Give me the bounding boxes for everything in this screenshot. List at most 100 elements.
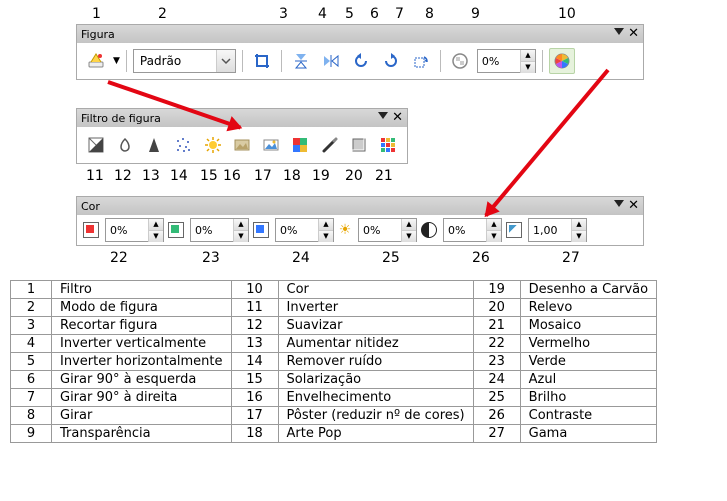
popart-button[interactable] xyxy=(288,132,313,158)
gamma-spin[interactable]: 1,00▲▼ xyxy=(528,218,587,242)
minimize-icon[interactable] xyxy=(378,112,388,119)
callout-17: 17 xyxy=(254,168,272,184)
relief-button[interactable] xyxy=(346,132,371,158)
callout-10: 10 xyxy=(558,6,576,22)
transparency-spin[interactable]: 0% ▲▼ xyxy=(477,49,536,73)
callout-16: 16 xyxy=(223,168,241,184)
poster-button[interactable] xyxy=(259,132,284,158)
color-button[interactable] xyxy=(549,48,575,74)
mosaic-button[interactable] xyxy=(376,132,401,158)
callout-2: 2 xyxy=(158,6,167,22)
legend-label: Azul xyxy=(520,371,656,389)
brightness-value: 0% xyxy=(359,224,401,237)
legend-label: Cor xyxy=(278,281,473,299)
legend-num: 16 xyxy=(231,389,278,407)
legend-label: Girar xyxy=(52,407,232,425)
legend-label: Mosaico xyxy=(520,317,656,335)
minimize-icon[interactable] xyxy=(614,28,624,35)
green-icon xyxy=(168,222,184,238)
contrast-icon xyxy=(421,222,437,238)
legend-num: 22 xyxy=(473,335,520,353)
callout-20: 20 xyxy=(345,168,363,184)
legend-label: Recortar figura xyxy=(52,317,232,335)
callout-5: 5 xyxy=(345,6,354,22)
callout-4: 4 xyxy=(318,6,327,22)
red-icon xyxy=(83,222,99,238)
legend-num: 10 xyxy=(231,281,278,299)
mode-combo[interactable]: Padrão xyxy=(133,49,236,73)
noise-button[interactable] xyxy=(171,132,196,158)
callout-3: 3 xyxy=(279,6,288,22)
callout-22: 22 xyxy=(110,250,128,266)
legend-label: Inverter xyxy=(278,299,473,317)
legend-row: 6Girar 90° à esquerda15Solarização24Azul xyxy=(11,371,657,389)
flip-vertical-button[interactable] xyxy=(288,48,314,74)
rotate-right-button[interactable] xyxy=(378,48,404,74)
figura-titlebar[interactable]: Figura ✕ xyxy=(77,25,643,43)
legend-num: 7 xyxy=(11,389,52,407)
legend-label: Remover ruído xyxy=(278,353,473,371)
legend-label: Gama xyxy=(520,425,656,443)
rotate-button[interactable] xyxy=(408,48,434,74)
legend-num: 14 xyxy=(231,353,278,371)
close-icon[interactable]: ✕ xyxy=(628,28,639,40)
legend-label: Contraste xyxy=(520,407,656,425)
contrast-spin[interactable]: 0%▲▼ xyxy=(443,218,502,242)
legend-num: 1 xyxy=(11,281,52,299)
smooth-button[interactable] xyxy=(112,132,137,158)
solarize-button[interactable] xyxy=(200,132,225,158)
legend-num: 11 xyxy=(231,299,278,317)
filter-dropdown-arrow[interactable]: ▼ xyxy=(113,56,120,66)
aging-button[interactable] xyxy=(229,132,254,158)
minimize-icon[interactable] xyxy=(614,200,624,207)
flip-horizontal-button[interactable] xyxy=(318,48,344,74)
legend-label: Inverter verticalmente xyxy=(52,335,232,353)
legend-num: 5 xyxy=(11,353,52,371)
invert-button[interactable] xyxy=(83,132,108,158)
callout-6: 6 xyxy=(370,6,379,22)
spin-up-icon[interactable]: ▲ xyxy=(521,50,535,61)
legend-num: 24 xyxy=(473,371,520,389)
callout-11: 11 xyxy=(86,168,104,184)
callout-13: 13 xyxy=(142,168,160,184)
close-icon[interactable]: ✕ xyxy=(628,200,639,212)
gamma-icon xyxy=(506,222,522,238)
legend-num: 26 xyxy=(473,407,520,425)
charcoal-button[interactable] xyxy=(317,132,342,158)
gamma-value: 1,00 xyxy=(529,224,571,237)
legend-label: Suavizar xyxy=(278,317,473,335)
green-value: 0% xyxy=(191,224,233,237)
arrow-color-to-corbar xyxy=(484,69,609,217)
callout-7: 7 xyxy=(395,6,404,22)
callout-9: 9 xyxy=(471,6,480,22)
brightness-spin[interactable]: 0%▲▼ xyxy=(358,218,417,242)
legend-label: Pôster (reduzir nº de cores) xyxy=(278,407,473,425)
legend-label: Girar 90° à direita xyxy=(52,389,232,407)
rotate-left-button[interactable] xyxy=(348,48,374,74)
callout-24: 24 xyxy=(292,250,310,266)
red-spin[interactable]: 0%▲▼ xyxy=(105,218,164,242)
figura-title: Figura xyxy=(81,28,115,41)
transparency-button[interactable] xyxy=(447,48,473,74)
legend-label: Girar 90° à esquerda xyxy=(52,371,232,389)
chevron-down-icon[interactable] xyxy=(216,50,235,72)
cor-title: Cor xyxy=(81,200,100,213)
legend-label: Relevo xyxy=(520,299,656,317)
callout-1: 1 xyxy=(92,6,101,22)
legend-num: 18 xyxy=(231,425,278,443)
filter-button[interactable] xyxy=(83,48,109,74)
green-spin[interactable]: 0%▲▼ xyxy=(190,218,249,242)
blue-spin[interactable]: 0%▲▼ xyxy=(275,218,334,242)
legend-num: 25 xyxy=(473,389,520,407)
spin-down-icon[interactable]: ▼ xyxy=(521,61,535,73)
crop-button[interactable] xyxy=(249,48,275,74)
mode-value: Padrão xyxy=(134,54,216,68)
legend-label: Verde xyxy=(520,353,656,371)
sharpen-button[interactable] xyxy=(142,132,167,158)
callout-26: 26 xyxy=(472,250,490,266)
legend-num: 19 xyxy=(473,281,520,299)
close-icon[interactable]: ✕ xyxy=(392,112,403,124)
blue-value: 0% xyxy=(276,224,318,237)
legend-row: 8Girar17Pôster (reduzir nº de cores)26Co… xyxy=(11,407,657,425)
cor-titlebar[interactable]: Cor ✕ xyxy=(77,197,643,215)
